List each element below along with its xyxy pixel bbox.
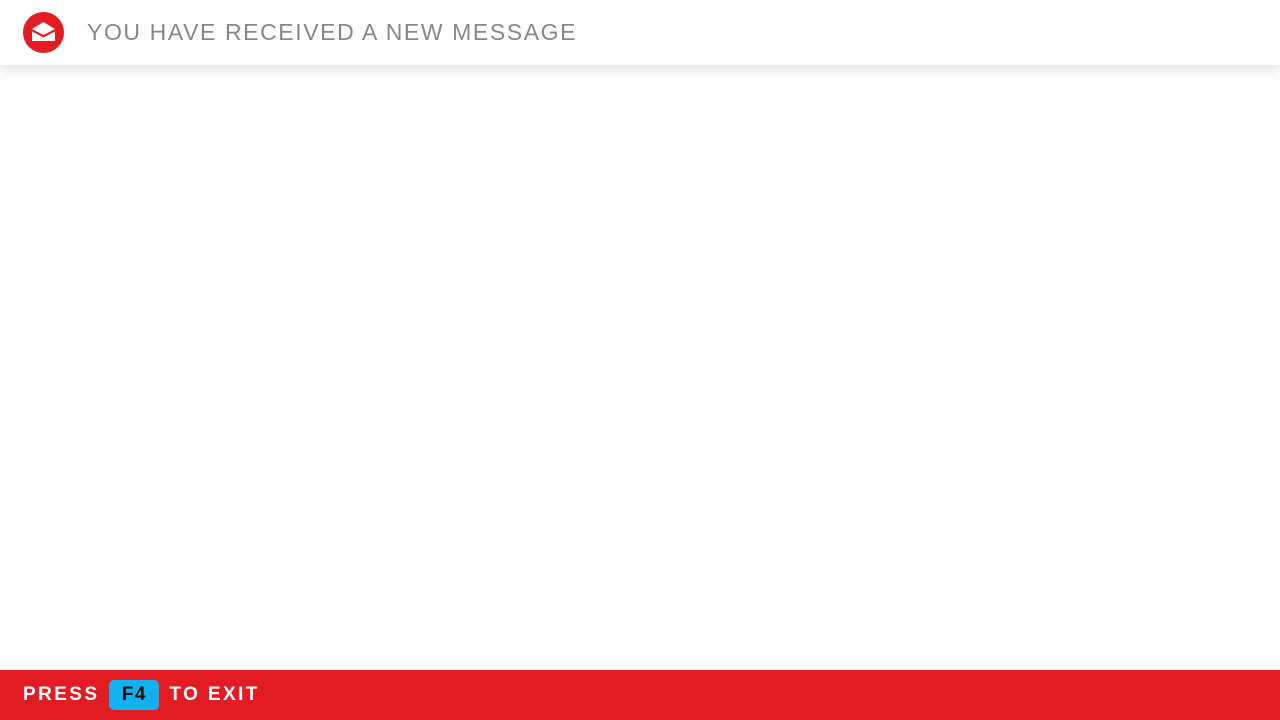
exit-hint-prefix: PRESS (23, 684, 100, 705)
message-content-area (0, 65, 1280, 670)
f4-key-badge[interactable]: F4 (109, 680, 160, 710)
envelope-icon (23, 12, 64, 53)
page: YOU HAVE RECEIVED A NEW MESSAGE PRESS F4… (0, 0, 1280, 720)
header-bar: YOU HAVE RECEIVED A NEW MESSAGE (0, 0, 1280, 65)
exit-hint: PRESS F4 TO EXIT (23, 680, 260, 710)
exit-hint-bar: PRESS F4 TO EXIT (0, 670, 1280, 720)
page-title: YOU HAVE RECEIVED A NEW MESSAGE (87, 19, 578, 45)
exit-hint-suffix: TO EXIT (169, 684, 260, 705)
